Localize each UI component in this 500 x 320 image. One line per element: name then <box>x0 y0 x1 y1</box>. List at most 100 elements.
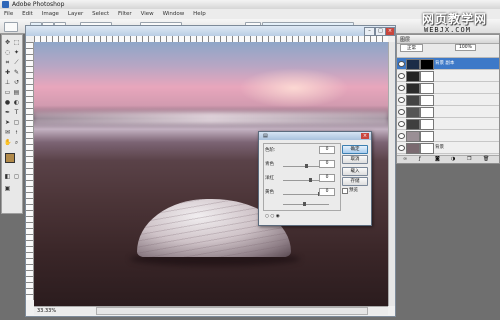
layers-tab[interactable]: 图层 <box>400 36 410 43</box>
standard-mode-icon[interactable]: ◻ <box>13 173 20 180</box>
load-button[interactable]: 载入 <box>342 167 368 176</box>
row-value-input[interactable]: 0 <box>319 146 335 154</box>
footer-radio-b[interactable]: ○ <box>270 214 274 219</box>
layer-row[interactable]: 背景 <box>397 142 499 154</box>
visibility-eye-icon[interactable] <box>398 61 405 67</box>
pen-tool-icon[interactable]: ✒ <box>4 109 11 116</box>
visibility-eye-icon[interactable] <box>398 145 405 151</box>
notes-tool-icon[interactable]: ✉ <box>4 129 11 136</box>
footer-radio-c[interactable]: ◉ <box>276 214 280 219</box>
clone-stamp-icon[interactable]: ⊥ <box>4 79 11 86</box>
vertical-ruler[interactable] <box>26 42 34 300</box>
layer-row[interactable] <box>397 106 499 118</box>
layers-footer: ∞ ƒ ◙ ◑ ❐ 🗑 <box>397 155 499 163</box>
menu-edit[interactable]: Edit <box>22 11 33 17</box>
row-value-input[interactable]: 0 <box>319 188 335 196</box>
zoom-level[interactable]: 33.33% <box>37 308 56 314</box>
row-value-input[interactable]: 0 <box>319 174 335 182</box>
menu-window[interactable]: Window <box>163 11 185 17</box>
row-label: 黄色 <box>265 190 274 195</box>
menu-image[interactable]: Image <box>42 11 59 17</box>
preview-checkbox[interactable] <box>342 188 348 194</box>
menu-file[interactable]: File <box>4 11 13 17</box>
menu-help[interactable]: Help <box>193 11 206 17</box>
visibility-eye-icon[interactable] <box>398 85 405 91</box>
lasso-tool-icon[interactable]: ◌ <box>4 49 11 56</box>
adjustment-layer-icon[interactable]: ◑ <box>451 156 455 162</box>
toolbox: ✥ ⬚ ◌ ✦ ⌗ ⟋ ✚ ✎ ⊥ ↺ ▭ ▤ ● ◐ ✒ T ➤ ▢ ✉ ⟊ … <box>1 34 23 214</box>
layer-row[interactable] <box>397 82 499 94</box>
close-button[interactable]: × <box>385 27 395 36</box>
ok-button[interactable]: 确定 <box>342 145 368 154</box>
slider-track[interactable] <box>283 204 329 205</box>
dialog-row: 青色 0 <box>265 160 337 170</box>
footer-radio-a[interactable]: ○ <box>265 214 269 219</box>
row-value-input[interactable]: 0 <box>319 160 335 168</box>
path-select-icon[interactable]: ➤ <box>4 119 11 126</box>
slice-tool-icon[interactable]: ⟋ <box>13 59 20 66</box>
document-title-bar: – □ × <box>26 26 395 36</box>
layer-row[interactable] <box>397 94 499 106</box>
layer-row[interactable] <box>397 118 499 130</box>
visibility-eye-icon[interactable] <box>398 133 405 139</box>
type-tool-icon[interactable]: T <box>13 109 20 116</box>
layer-thumbnail <box>406 71 420 82</box>
screen-mode-icon[interactable]: ▣ <box>4 185 11 192</box>
slider-thumb[interactable] <box>302 202 306 206</box>
eraser-tool-icon[interactable]: ▭ <box>4 89 11 96</box>
brush-tool-icon[interactable]: ✎ <box>13 69 20 76</box>
visibility-eye-icon[interactable] <box>398 97 405 103</box>
layer-row[interactable]: 背景 副本 <box>397 58 499 70</box>
preview-label: 预览 <box>349 188 358 193</box>
visibility-eye-icon[interactable] <box>398 73 405 79</box>
opacity-field[interactable]: 100% <box>455 44 476 51</box>
layers-options: 正常 100% <box>397 43 499 58</box>
menu-filter[interactable]: Filter <box>118 11 132 17</box>
blur-tool-icon[interactable]: ● <box>4 99 11 106</box>
menu-layer[interactable]: Layer <box>68 11 83 17</box>
gradient-tool-icon[interactable]: ▤ <box>13 89 20 96</box>
visibility-eye-icon[interactable] <box>398 109 405 115</box>
menu-view[interactable]: View <box>141 11 154 17</box>
cancel-button[interactable]: 取消 <box>342 155 368 164</box>
blend-mode-dropdown[interactable]: 正常 <box>400 44 423 52</box>
vertical-scrollbar[interactable] <box>388 42 395 306</box>
zoom-tool-icon[interactable]: ⌕ <box>13 139 20 146</box>
add-mask-icon[interactable]: ◙ <box>435 156 440 162</box>
slider-thumb[interactable] <box>309 178 313 182</box>
layer-row[interactable] <box>397 70 499 82</box>
crop-tool-icon[interactable]: ⌗ <box>4 59 11 66</box>
move-tool-icon[interactable]: ✥ <box>4 39 11 46</box>
delete-layer-icon[interactable]: 🗑 <box>483 156 489 162</box>
layer-mask-thumbnail <box>420 119 434 130</box>
menu-select[interactable]: Select <box>92 11 109 17</box>
minimize-button[interactable]: – <box>364 27 375 36</box>
layer-thumbnail <box>406 107 420 118</box>
dialog-row: 洋红 0 <box>265 174 337 184</box>
save-button[interactable]: 存储 <box>342 177 368 186</box>
sunset-glow <box>239 68 349 108</box>
slider-thumb[interactable] <box>305 164 308 168</box>
new-layer-icon[interactable]: ❐ <box>467 156 471 162</box>
app-title: Adobe Photoshop <box>12 1 65 8</box>
eyedropper-icon[interactable]: ⟊ <box>13 129 20 136</box>
visibility-eye-icon[interactable] <box>398 121 405 127</box>
horizontal-scrollbar[interactable] <box>96 307 368 315</box>
layer-row[interactable] <box>397 130 499 142</box>
dialog-close-icon[interactable]: × <box>361 133 369 139</box>
foreground-color-swatch[interactable] <box>5 153 15 163</box>
hand-tool-icon[interactable]: ✋ <box>4 139 11 146</box>
dodge-tool-icon[interactable]: ◐ <box>13 99 20 106</box>
dialog-footer: ○ ○ ◉ <box>265 214 280 219</box>
marquee-tool-icon[interactable]: ⬚ <box>13 39 20 46</box>
layer-style-icon[interactable]: ƒ <box>419 156 421 162</box>
magic-wand-icon[interactable]: ✦ <box>13 49 20 56</box>
layer-mask-thumbnail <box>420 59 434 70</box>
shape-tool-icon[interactable]: ▢ <box>13 119 20 126</box>
tool-preset-button[interactable] <box>4 22 18 32</box>
link-layers-icon[interactable]: ∞ <box>403 156 407 162</box>
healing-brush-icon[interactable]: ✚ <box>4 69 11 76</box>
quick-mask-icon[interactable]: ◧ <box>4 173 11 180</box>
layer-mask-thumbnail <box>420 143 434 154</box>
history-brush-icon[interactable]: ↺ <box>13 79 20 86</box>
